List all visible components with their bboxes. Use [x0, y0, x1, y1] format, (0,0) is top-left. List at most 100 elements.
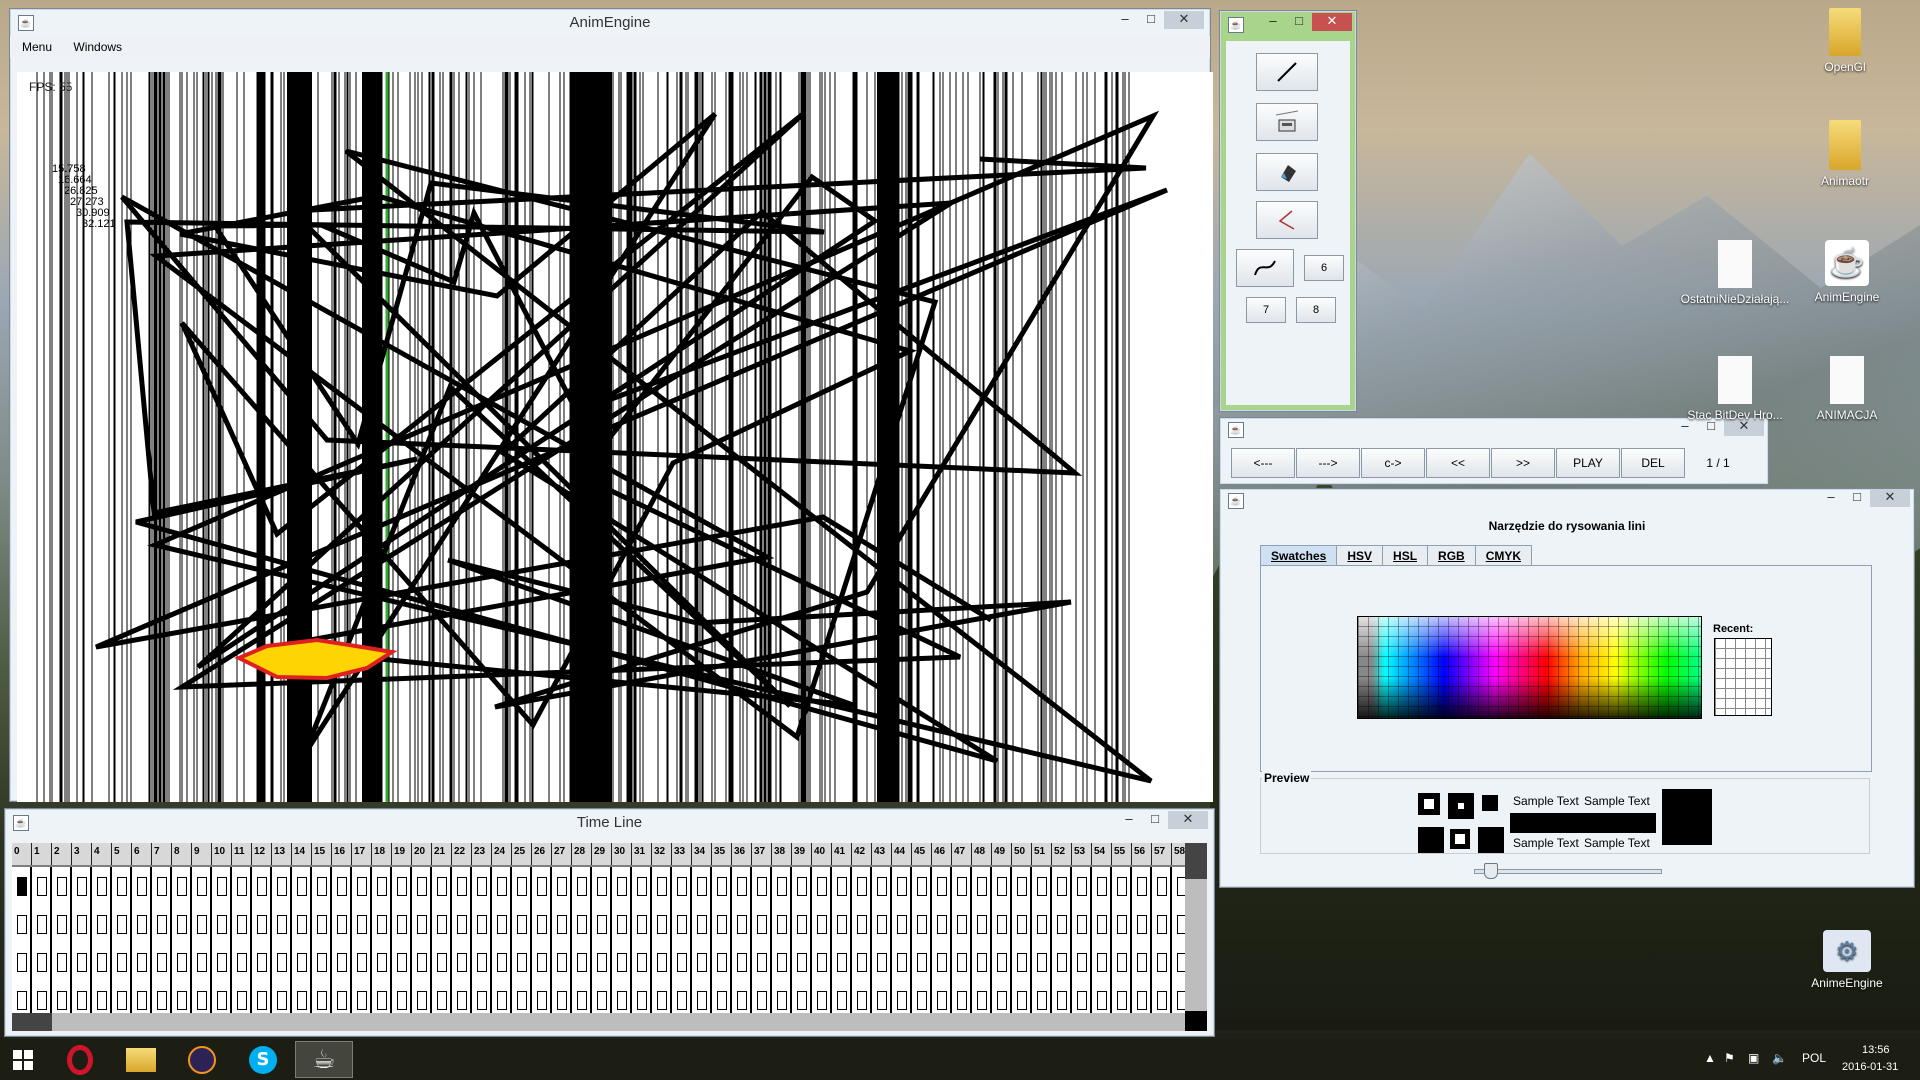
- menu-item-menu[interactable]: Menu: [10, 36, 58, 54]
- desktop-icon-ostatni[interactable]: OstatniNieDziałają...: [1680, 240, 1790, 306]
- menu-item-windows[interactable]: Windows: [61, 36, 128, 54]
- frame-cell[interactable]: [32, 905, 52, 943]
- frame-cell[interactable]: [352, 943, 372, 981]
- prev-frame-button[interactable]: <---: [1231, 448, 1295, 478]
- bucket-tool-button[interactable]: [1256, 153, 1318, 191]
- frame-cell[interactable]: [132, 943, 152, 981]
- frame-cell[interactable]: [352, 867, 372, 905]
- frame-cell[interactable]: [1132, 905, 1152, 943]
- frame-cell[interactable]: [1032, 867, 1052, 905]
- frame-cell[interactable]: [712, 905, 732, 943]
- frame-cell[interactable]: [912, 943, 932, 981]
- slider-thumb[interactable]: [1484, 863, 1498, 879]
- start-button[interactable]: [0, 1041, 46, 1078]
- frame-cell[interactable]: [392, 867, 412, 905]
- frame-cell[interactable]: [1132, 943, 1152, 981]
- frame-cell[interactable]: [1052, 905, 1072, 943]
- frame-cell[interactable]: [92, 867, 112, 905]
- frame-cell[interactable]: [792, 867, 812, 905]
- frame-cell[interactable]: [772, 867, 792, 905]
- frame-cell[interactable]: [1052, 867, 1072, 905]
- frame-cell[interactable]: [832, 943, 852, 981]
- frame-cell[interactable]: [172, 943, 192, 981]
- frame-cell[interactable]: [472, 905, 492, 943]
- copy-frame-button[interactable]: c->: [1361, 448, 1425, 478]
- frame-cell[interactable]: [72, 867, 92, 905]
- frame-cell[interactable]: [512, 943, 532, 981]
- taskbar-skype[interactable]: S: [234, 1041, 292, 1078]
- frame-cell[interactable]: [792, 905, 812, 943]
- frame-cell[interactable]: [372, 943, 392, 981]
- frame-cell[interactable]: [152, 867, 172, 905]
- frame-cell[interactable]: [632, 905, 652, 943]
- stamp-tool-button[interactable]: [1256, 103, 1318, 141]
- frame-cell[interactable]: [612, 943, 632, 981]
- frame-cell[interactable]: [172, 867, 192, 905]
- taskbar-opera[interactable]: [51, 1041, 109, 1078]
- frame-cell[interactable]: [212, 943, 232, 981]
- frame-cell[interactable]: [12, 943, 32, 981]
- frame-cell[interactable]: [712, 943, 732, 981]
- frame-cell[interactable]: [992, 943, 1012, 981]
- frame-cell[interactable]: [932, 867, 952, 905]
- frame-cell[interactable]: [1092, 905, 1112, 943]
- tray-up-arrow-icon[interactable]: ▲: [1704, 1051, 1716, 1065]
- drawing-canvas[interactable]: FPS: 55 15.758 16.664 26.825 27.273 30.909 32…: [17, 72, 1213, 802]
- frame-cell[interactable]: [492, 867, 512, 905]
- desktop-icon-animacja[interactable]: ANIMACJA: [1792, 356, 1902, 422]
- frame-cell[interactable]: [632, 867, 652, 905]
- frame-cell[interactable]: [32, 867, 52, 905]
- frame-cell[interactable]: [492, 905, 512, 943]
- frame-cell[interactable]: [312, 867, 332, 905]
- frame-cell[interactable]: [72, 905, 92, 943]
- frame-cell[interactable]: [1112, 867, 1132, 905]
- line-tool-button[interactable]: [1256, 53, 1318, 91]
- frame-cell[interactable]: [332, 905, 352, 943]
- frame-cell[interactable]: [652, 905, 672, 943]
- frame-cell[interactable]: [272, 867, 292, 905]
- frame-cell[interactable]: [772, 905, 792, 943]
- frame-cell[interactable]: [1072, 867, 1092, 905]
- maximize-button[interactable]: □: [1138, 11, 1164, 29]
- tab-swatches[interactable]: Swatches: [1260, 545, 1338, 566]
- frame-cell[interactable]: [392, 905, 412, 943]
- frame-cell[interactable]: [852, 943, 872, 981]
- maximize-button[interactable]: □: [1844, 489, 1870, 507]
- frame-cell[interactable]: [972, 867, 992, 905]
- close-button[interactable]: ✕: [1168, 811, 1208, 829]
- desktop-icon-animaotr[interactable]: Animaotr: [1790, 120, 1900, 188]
- slider-track[interactable]: [1474, 869, 1662, 874]
- frame-cell[interactable]: [212, 867, 232, 905]
- frame-cell[interactable]: [1112, 943, 1132, 981]
- frame-cell[interactable]: [1132, 867, 1152, 905]
- frame-cell[interactable]: [472, 943, 492, 981]
- frame-cell[interactable]: [432, 905, 452, 943]
- tray-volume-icon[interactable]: 🔈: [1772, 1051, 1787, 1065]
- frame-cell[interactable]: [672, 905, 692, 943]
- frame-cell[interactable]: [1012, 905, 1032, 943]
- frame-cell[interactable]: [852, 905, 872, 943]
- frame-cell[interactable]: [292, 943, 312, 981]
- swatch-grid[interactable]: [1357, 616, 1702, 719]
- frame-cell[interactable]: [292, 905, 312, 943]
- frame-cell[interactable]: [332, 943, 352, 981]
- frame-cell[interactable]: [232, 867, 252, 905]
- frame-cell[interactable]: [812, 867, 832, 905]
- minimize-button[interactable]: –: [1818, 489, 1844, 507]
- frame-cell[interactable]: [1052, 943, 1072, 981]
- frame-cell[interactable]: [652, 943, 672, 981]
- frame-cell[interactable]: [12, 905, 32, 943]
- frame-cell[interactable]: [552, 905, 572, 943]
- frame-cell[interactable]: [432, 867, 452, 905]
- frame-cell[interactable]: [672, 867, 692, 905]
- frame-cell[interactable]: [1072, 943, 1092, 981]
- frame-cell[interactable]: [152, 905, 172, 943]
- frame-cell[interactable]: [992, 867, 1012, 905]
- tab-cmyk[interactable]: CMYK: [1474, 545, 1533, 566]
- frame-cell[interactable]: [412, 943, 432, 981]
- frame-cell[interactable]: [1032, 943, 1052, 981]
- frame-cell[interactable]: [692, 905, 712, 943]
- frame-cell[interactable]: [292, 867, 312, 905]
- maximize-button[interactable]: □: [1286, 13, 1312, 31]
- frame-cell[interactable]: [752, 943, 772, 981]
